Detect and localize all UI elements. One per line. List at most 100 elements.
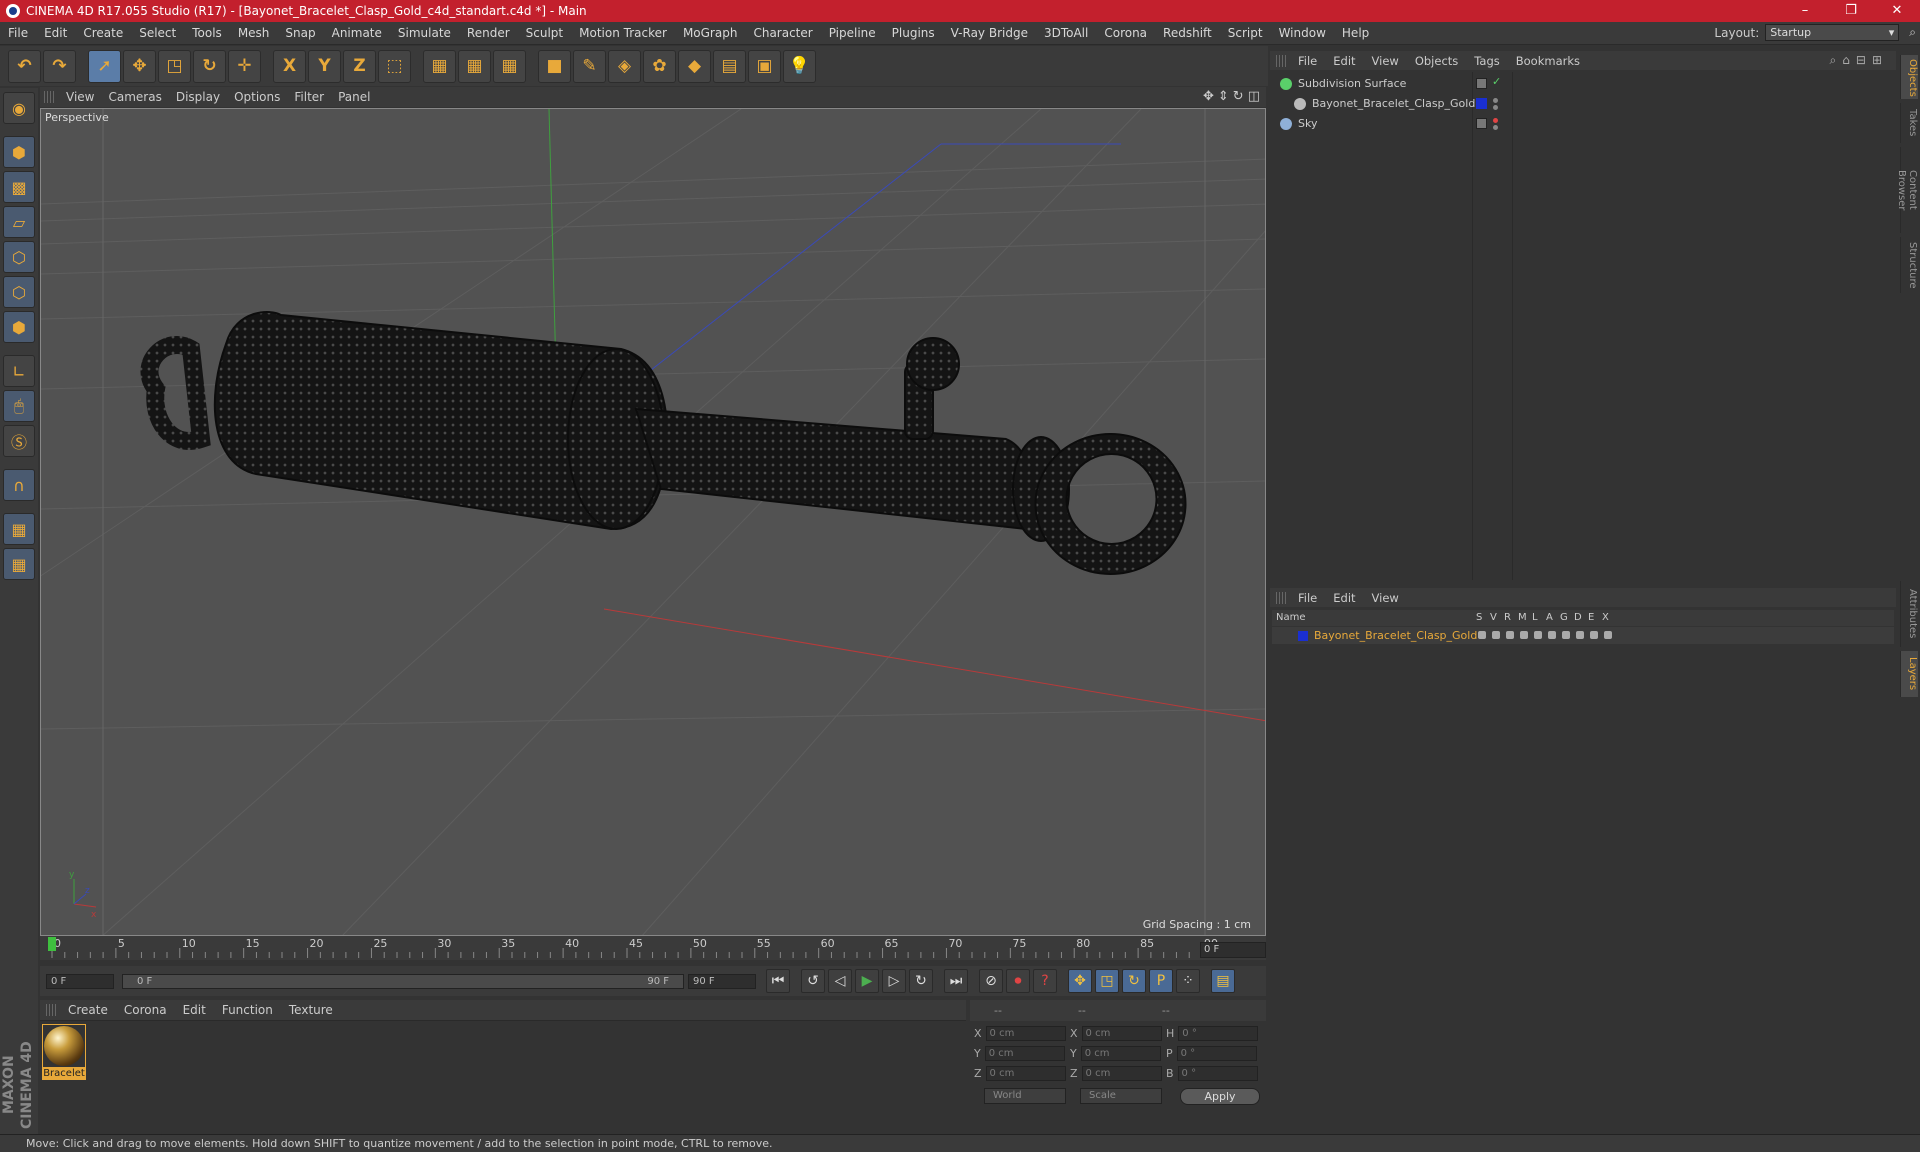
layer-flag-icon[interactable]: [1576, 631, 1584, 639]
menu-animate[interactable]: Animate: [324, 26, 390, 40]
render-visibility-dot[interactable]: [1493, 105, 1498, 110]
coord-value-field[interactable]: 0 °: [1178, 1026, 1259, 1041]
key-position-button[interactable]: ✥: [1068, 969, 1092, 993]
viewport-menu-options[interactable]: Options: [230, 90, 290, 104]
next-frame-button[interactable]: ▷: [882, 969, 906, 993]
timeline-ruler[interactable]: 051015202530354045505560657075808590: [40, 936, 1266, 960]
array-button[interactable]: ✿: [643, 49, 676, 83]
layer-column-m[interactable]: M: [1518, 612, 1527, 623]
render-picture-viewer-button[interactable]: ▦: [458, 49, 491, 83]
object-row[interactable]: Subdivision Surface ✓: [1272, 74, 1894, 93]
layer-color-swatch[interactable]: [1298, 630, 1308, 641]
coord-system-button[interactable]: ⬚: [378, 49, 411, 83]
menu-window[interactable]: Window: [1271, 26, 1334, 40]
material-menu-corona[interactable]: Corona: [116, 1003, 175, 1017]
material-swatch[interactable]: Bracelet: [42, 1024, 86, 1080]
prev-key-button[interactable]: ↺: [801, 969, 825, 993]
object-menu-tags[interactable]: Tags: [1466, 54, 1507, 68]
perspective-viewport[interactable]: y x z Perspective Grid Spacing : 1 cm: [40, 108, 1266, 936]
menu-corona[interactable]: Corona: [1096, 26, 1155, 40]
last-tool-button[interactable]: ✛: [228, 49, 261, 83]
autokey-button[interactable]: ?: [1033, 969, 1057, 993]
layer-column-r[interactable]: R: [1504, 612, 1511, 623]
viewport-menu-cameras[interactable]: Cameras: [104, 90, 171, 104]
pen-button[interactable]: ✎: [573, 49, 606, 83]
object-name[interactable]: Sky: [1298, 117, 1317, 130]
object-menu-file[interactable]: File: [1290, 54, 1325, 68]
model-mode-button[interactable]: ⬢: [3, 136, 35, 168]
layer-column-s[interactable]: S: [1476, 612, 1482, 623]
texture-mode-button[interactable]: ▩: [3, 171, 35, 203]
material-menu-texture[interactable]: Texture: [281, 1003, 341, 1017]
make-editable-button[interactable]: ◉: [3, 92, 35, 124]
side-tab-content-browser[interactable]: Content Browser: [1896, 147, 1918, 233]
select-button[interactable]: ➚: [88, 49, 121, 83]
menu-pipeline[interactable]: Pipeline: [821, 26, 884, 40]
object-row[interactable]: Bayonet_Bracelet_Clasp_Gold: [1272, 94, 1894, 113]
layer-color-tag[interactable]: [1476, 98, 1487, 109]
coord-value-field[interactable]: 0 cm: [985, 1066, 1066, 1081]
key-scale-button[interactable]: ◳: [1095, 969, 1119, 993]
menu-simulate[interactable]: Simulate: [390, 26, 459, 40]
viewport-menu-panel[interactable]: Panel: [334, 90, 380, 104]
z-axis-button[interactable]: Z: [343, 49, 376, 83]
menu-render[interactable]: Render: [459, 26, 518, 40]
menu-redshift[interactable]: Redshift: [1155, 26, 1220, 40]
menu-help[interactable]: Help: [1334, 26, 1377, 40]
layer-column-l[interactable]: L: [1532, 612, 1538, 623]
layer-flag-icon[interactable]: [1604, 631, 1612, 639]
object-row[interactable]: Sky: [1272, 114, 1894, 133]
scale-button[interactable]: ◳: [158, 49, 191, 83]
goto-start-button[interactable]: ⏮: [766, 969, 790, 993]
x-axis-button[interactable]: X: [273, 49, 306, 83]
menu-create[interactable]: Create: [75, 26, 131, 40]
render-visibility-dot[interactable]: [1493, 125, 1498, 130]
layer-menu-edit[interactable]: Edit: [1325, 591, 1363, 605]
layer-menu-view[interactable]: View: [1364, 591, 1407, 605]
panel-grip-icon[interactable]: [1276, 591, 1286, 604]
menu-mograph[interactable]: MoGraph: [675, 26, 746, 40]
close-button[interactable]: ✕: [1874, 0, 1920, 22]
frame-range-slider[interactable]: 0 F 90 F: [122, 973, 684, 989]
expand-icon[interactable]: ⊞: [1872, 53, 1888, 67]
y-axis-button[interactable]: Y: [308, 49, 341, 83]
viewport-menu-view[interactable]: View: [62, 90, 104, 104]
subdivision-button[interactable]: ◈: [608, 49, 641, 83]
object-menu-bookmarks[interactable]: Bookmarks: [1508, 54, 1588, 68]
points-mode-button[interactable]: ⬡: [3, 241, 35, 273]
side-tab-structure[interactable]: Structure: [1900, 237, 1918, 293]
key-pla-button[interactable]: ⁘: [1176, 969, 1200, 993]
current-frame-field[interactable]: 0 F: [1200, 942, 1266, 958]
menu-sculpt[interactable]: Sculpt: [518, 26, 571, 40]
editor-visibility-dot[interactable]: [1493, 118, 1498, 123]
material-menu-function[interactable]: Function: [214, 1003, 281, 1017]
layer-column-name[interactable]: Name: [1276, 612, 1306, 623]
viewport-menu-display[interactable]: Display: [172, 90, 230, 104]
menu-tools[interactable]: Tools: [184, 26, 230, 40]
rotate-button[interactable]: ↻: [193, 49, 226, 83]
layer-row[interactable]: Bayonet_Bracelet_Clasp_Gold: [1272, 627, 1894, 644]
layer-flag-icon[interactable]: [1562, 631, 1570, 639]
end-frame-field[interactable]: 90 F: [688, 973, 756, 989]
key-param-button[interactable]: P: [1149, 969, 1173, 993]
menu-select[interactable]: Select: [131, 26, 184, 40]
size-mode-dropdown[interactable]: Scale: [1080, 1088, 1162, 1104]
menu-character[interactable]: Character: [745, 26, 820, 40]
layer-manager-list[interactable]: [1272, 645, 1894, 1131]
menu-plugins[interactable]: Plugins: [884, 26, 943, 40]
light-button[interactable]: 💡: [783, 49, 816, 83]
maximize-button[interactable]: ❐: [1828, 0, 1874, 22]
record-button[interactable]: ⏺: [1006, 969, 1030, 993]
panel-grip-icon[interactable]: [1276, 54, 1286, 67]
layer-column-g[interactable]: G: [1560, 612, 1568, 623]
menu-v-ray-bridge[interactable]: V-Ray Bridge: [943, 26, 1036, 40]
layer-flag-icon[interactable]: [1506, 631, 1514, 639]
editor-visibility-dot[interactable]: [1493, 98, 1498, 103]
redo-button[interactable]: ↷: [43, 49, 76, 83]
goto-end-button[interactable]: ⏭: [944, 969, 968, 993]
menu-snap[interactable]: Snap: [277, 26, 323, 40]
search-icon[interactable]: ⌕: [1830, 53, 1843, 67]
deformer-button[interactable]: ◆: [678, 49, 711, 83]
layer-column-a[interactable]: A: [1546, 612, 1553, 623]
snap-button[interactable]: ∩: [3, 469, 35, 501]
